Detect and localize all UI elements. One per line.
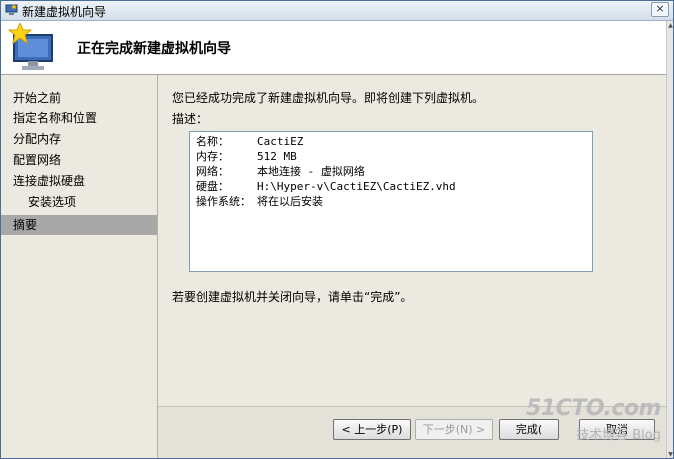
nav-step-memory[interactable]: 分配内存 — [1, 129, 157, 149]
summary-key: 网络： — [196, 165, 229, 178]
description-label: 描述： — [172, 112, 209, 126]
nav-step-summary[interactable]: 摘要 — [1, 215, 157, 235]
page-title: 正在完成新建虚拟机向导 — [77, 41, 231, 57]
nav-step-before-you-begin[interactable]: 开始之前 — [1, 88, 157, 108]
finish-button[interactable]: 完成( — [499, 419, 559, 440]
summary-key: 内存： — [196, 150, 229, 163]
vm-wizard-icon — [5, 4, 18, 15]
summary-key: 操作系统： — [196, 195, 251, 208]
summary-value: H:\Hyper-v\CactiEZ\CactiEZ.vhd — [257, 180, 456, 193]
summary-value: 将在以后安装 — [257, 195, 323, 208]
wizard-steps-nav: 开始之前 指定名称和位置 分配内存 配置网络 连接虚拟硬盘 安装选项 摘要 — [1, 75, 158, 458]
wizard-content: 您已经成功完成了新建虚拟机向导。即将创建下列虚拟机。 描述： 名称： Cacti… — [158, 75, 666, 458]
summary-value: 512 MB — [257, 150, 297, 163]
intro-text: 您已经成功完成了新建虚拟机向导。即将创建下列虚拟机。 — [172, 91, 485, 105]
nav-step-virtual-disk[interactable]: 连接虚拟硬盘 — [1, 171, 157, 191]
summary-value: 本地连接 - 虚拟网络 — [257, 165, 365, 178]
close-icon: × — [655, 2, 665, 15]
close-button[interactable]: × — [651, 2, 669, 17]
title-bar[interactable]: 新建虚拟机向导 × — [1, 1, 673, 21]
summary-key: 名称： — [196, 135, 229, 148]
summary-textbox[interactable]: 名称： CactiEZ 内存： 512 MB 网络： 本地连接 - 虚拟网络 硬… — [189, 131, 593, 272]
vertical-scrollbar[interactable]: ▲ ▼ — [666, 21, 673, 458]
scroll-up-icon[interactable]: ▲ — [667, 21, 673, 31]
nav-step-name-location[interactable]: 指定名称和位置 — [1, 108, 157, 128]
finish-hint-text: 若要创建虚拟机并关闭向导，请单击“完成”。 — [172, 290, 413, 304]
cancel-button[interactable]: 取消 — [579, 419, 655, 440]
nav-step-install-options[interactable]: 安装选项 — [1, 192, 157, 212]
window-title: 新建虚拟机向导 — [22, 5, 107, 19]
summary-value: CactiEZ — [257, 135, 304, 148]
nav-step-network[interactable]: 配置网络 — [1, 150, 157, 170]
wizard-window: 新建虚拟机向导 × 正在完成新建虚拟机向导 开始之前 指定名称和位置 分配内存 … — [0, 0, 674, 459]
new-vm-icon — [7, 23, 53, 70]
scroll-down-icon[interactable]: ▼ — [667, 450, 673, 458]
button-bar: < 上一步(P) 下一步(N) > 完成( 取消 — [158, 406, 666, 458]
back-button[interactable]: < 上一步(P) — [333, 419, 411, 440]
summary-key: 硬盘： — [196, 180, 229, 193]
wizard-header: 正在完成新建虚拟机向导 — [1, 21, 673, 75]
next-button[interactable]: 下一步(N) > — [415, 419, 493, 440]
